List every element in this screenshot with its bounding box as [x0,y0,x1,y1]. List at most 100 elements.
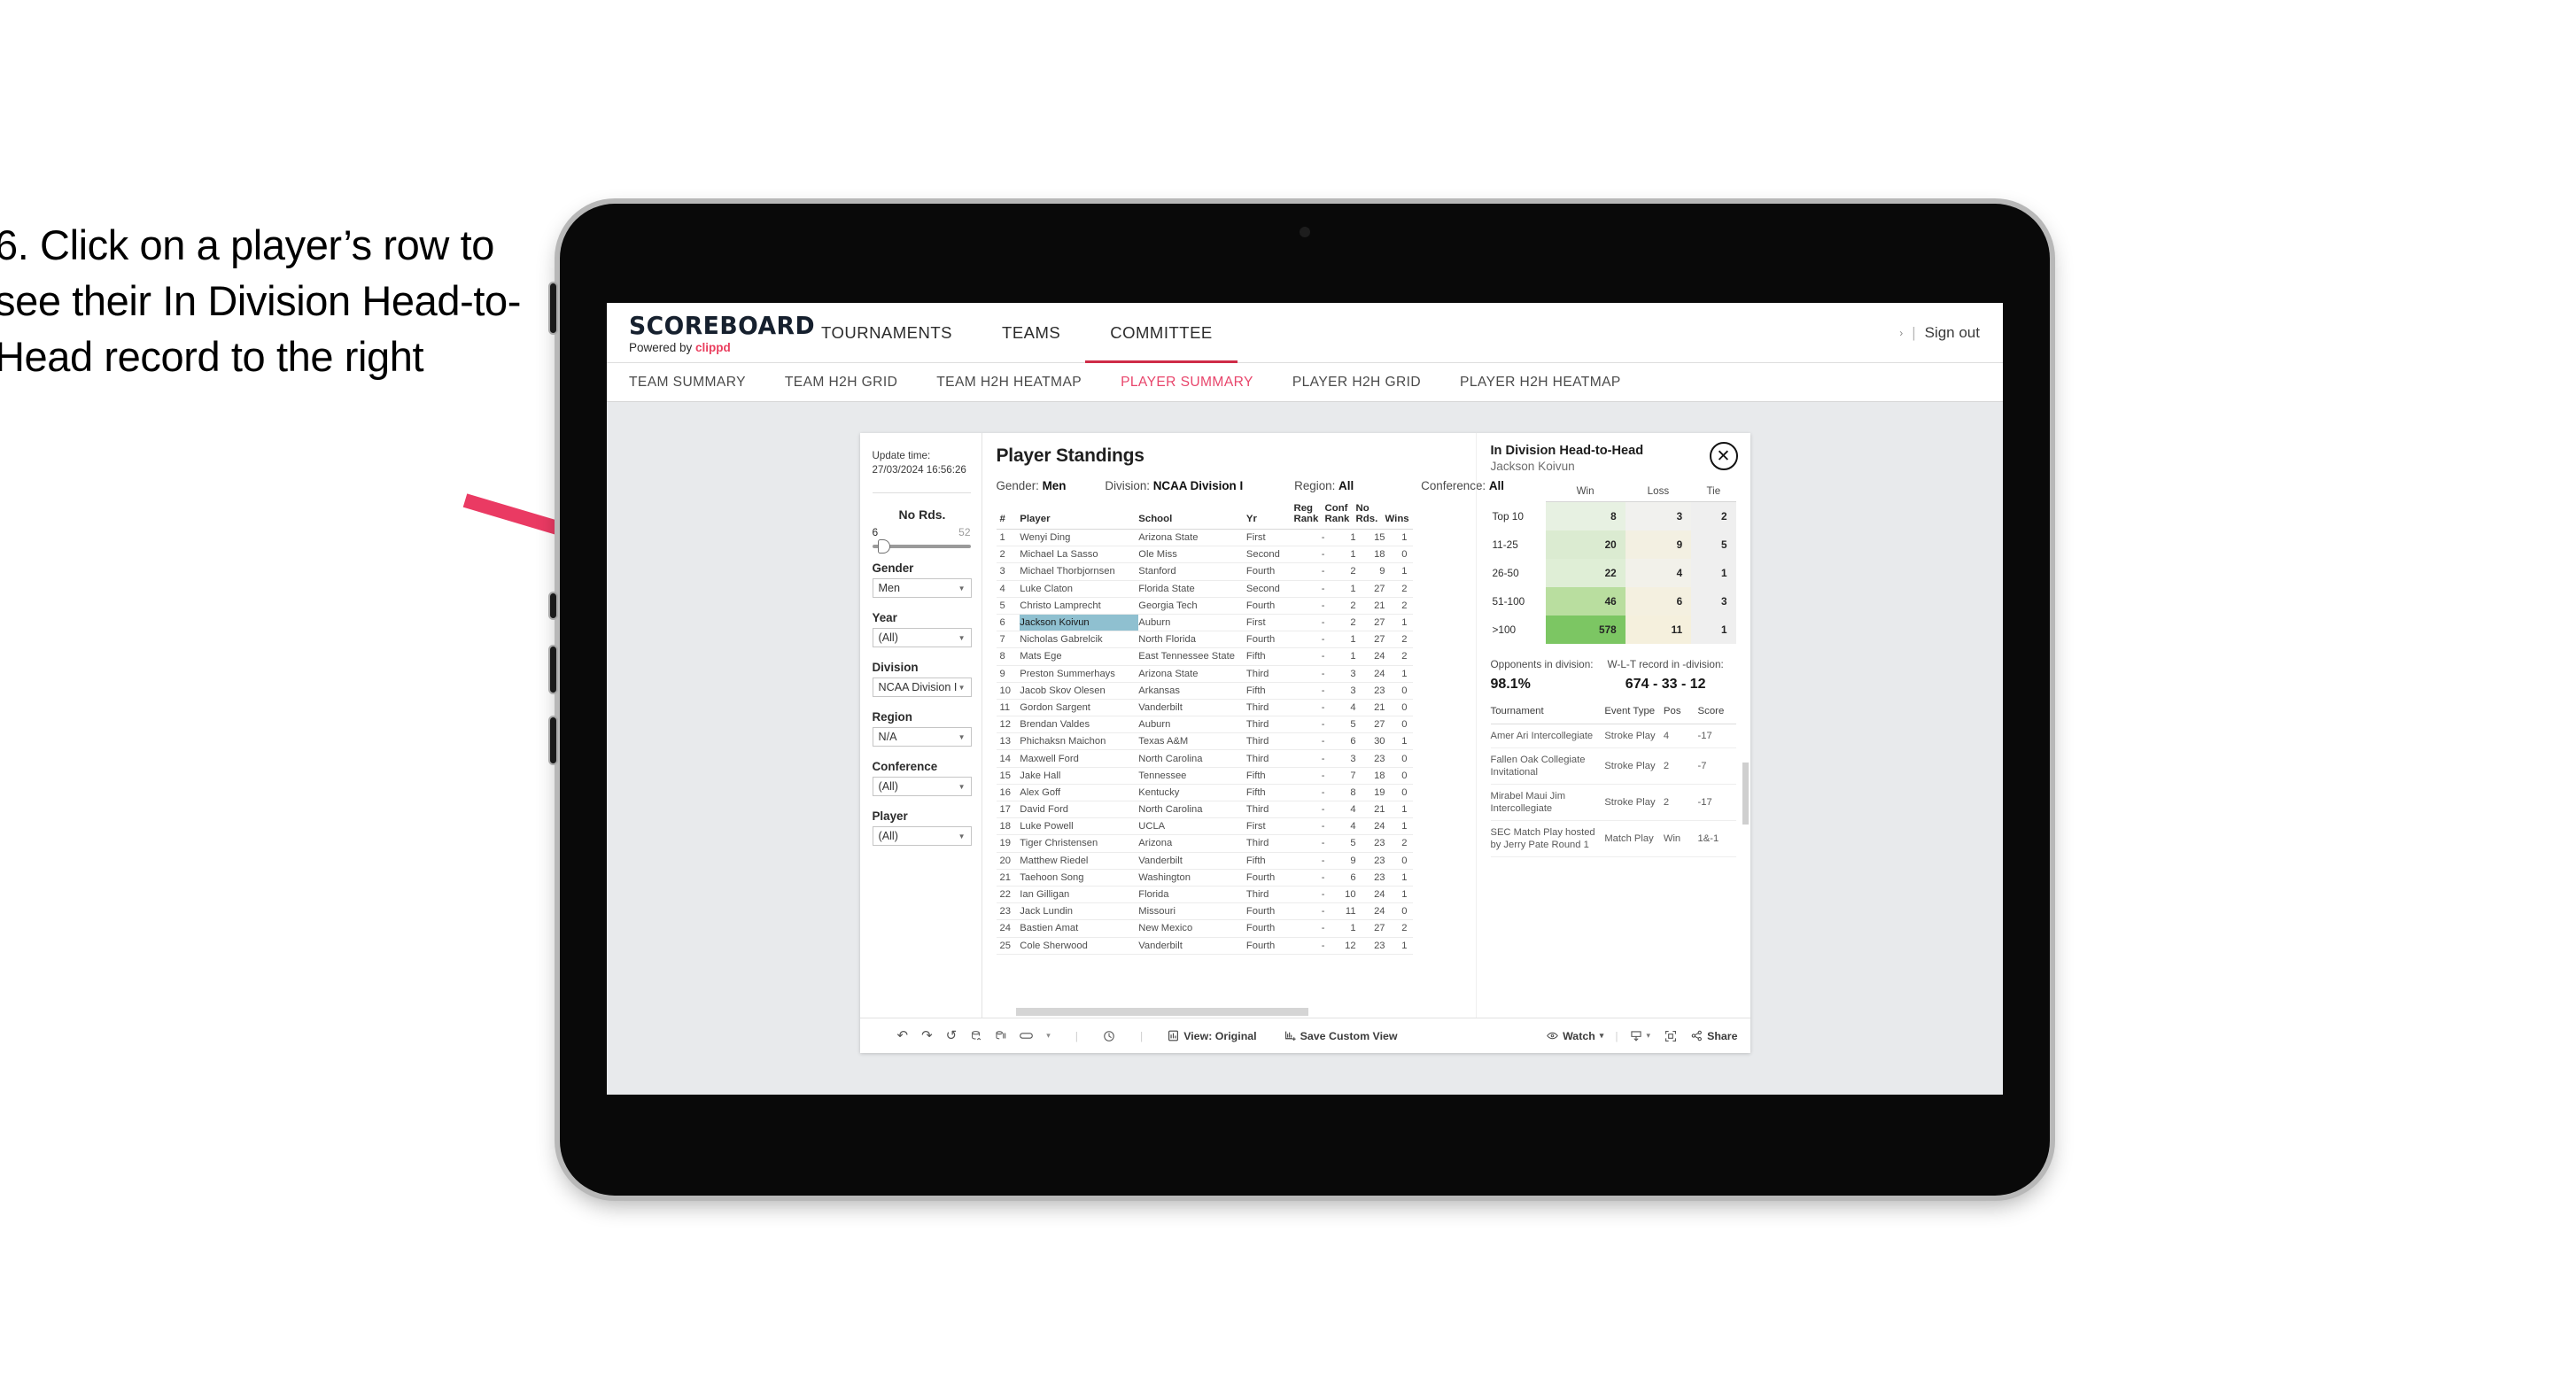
table-row[interactable]: 5 Christo Lamprecht Georgia Tech Fourth -2 21… [996,597,1413,615]
share-button[interactable]: Share [1691,1030,1738,1042]
table-row[interactable]: 6 Jackson Koivun Auburn First -2 27 1 [996,614,1413,632]
table-row[interactable]: 24 Bastien Amat New Mexico Fourth -1 27 2 [996,919,1413,938]
revert-icon[interactable]: ↺ [946,1029,958,1042]
table-row[interactable]: 23 Jack Lundin Missouri Fourth -11 24 0 [996,902,1413,921]
chevron-down-icon: ▼ [958,683,966,692]
highlight-icon[interactable] [1020,1031,1034,1041]
cell-tournament-name: Mirabel Maui Jim Intercollegiate [1490,784,1605,822]
cell-conf-rank: 1 [1324,631,1356,649]
close-icon[interactable]: ✕ [1709,442,1738,470]
cell-conf-rank: 3 [1324,749,1356,768]
cell-rank: 12 [996,716,1020,734]
filter-player-select[interactable]: (All) ▼ [872,826,972,847]
table-row[interactable]: 1 Wenyi Ding Arizona State First -1 15 1 [996,529,1413,547]
brand-logo[interactable]: SCOREBOARD Powered by clippd [607,303,815,362]
filter-conference-select[interactable]: (All) ▼ [872,777,972,797]
download-icon[interactable] [1630,1030,1642,1042]
cell-no-rds: 27 [1355,614,1385,632]
cell-rank: 25 [996,937,1020,955]
sign-out-link[interactable]: Sign out [1925,324,1980,342]
cell-yr: Third [1245,665,1294,683]
no-rounds-slider[interactable] [872,539,971,554]
tab-team-summary[interactable]: TEAM SUMMARY [629,375,765,391]
chevron-down-icon[interactable]: ▾ [1046,1032,1051,1040]
cell-rank: 2 [996,546,1020,564]
table-row[interactable]: 21 Taehoon Song Washington Fourth -6 23 1 [996,869,1413,887]
no-rounds-slider-handle[interactable] [877,539,890,554]
table-row[interactable]: 7 Nicholas Gabrelcik North Florida Fourth -1… [996,631,1413,649]
save-custom-view-button[interactable]: Save Custom View [1284,1030,1398,1042]
clock-history-icon[interactable] [1103,1030,1115,1042]
table-row[interactable]: 2 Michael La Sasso Ole Miss Second -1 18 0 [996,546,1413,564]
h2h-bucket-label: 51-100 [1490,587,1546,616]
chevron-down-icon[interactable]: ▾ [1647,1032,1651,1040]
pause-auto-update-icon[interactable] [995,1030,1006,1041]
table-row[interactable]: 22 Ian Gilligan Florida Third -10 24 1 [996,886,1413,904]
undo-icon[interactable]: ↶ [897,1029,909,1042]
cell-school: Florida State [1138,580,1246,598]
table-row[interactable]: 3 Michael Thorbjornsen Stanford Fourth -2 9 1 [996,562,1413,581]
table-row[interactable]: 13 Phichaksn Maichon Texas A&M Third -6 30 1 [996,732,1413,751]
table-row[interactable]: 9 Preston Summerhays Arizona State Third -3 2… [996,665,1413,683]
cell-rank: 17 [996,801,1020,819]
tablet-device-frame: SCOREBOARD Powered by clippd TOURNAMENTS… [550,204,2050,1196]
cell-no-rds: 24 [1355,902,1385,921]
tab-player-h2h-heatmap[interactable]: PLAYER H2H HEATMAP [1440,375,1641,391]
stat-opponents-value: 98.1% [1490,677,1531,692]
fullscreen-icon[interactable] [1664,1030,1677,1042]
cell-school: Arizona State [1138,529,1246,547]
cell-player: Nicholas Gabrelcik [1020,631,1139,649]
tab-player-summary[interactable]: PLAYER SUMMARY [1101,375,1273,391]
cell-wins: 2 [1385,631,1413,649]
table-row[interactable]: 25 Cole Sherwood Vanderbilt Fourth -12 23 1 [996,937,1413,955]
table-row[interactable]: 11 Gordon Sargent Vanderbilt Third -4 21 0 [996,699,1413,717]
view-original-label: View: Original [1183,1029,1257,1042]
table-row[interactable]: 17 David Ford North Carolina Third -4 21 1 [996,801,1413,819]
horizontal-scrollbar[interactable] [1015,1008,1308,1016]
filter-region-select[interactable]: N/A ▼ [872,727,972,747]
table-row[interactable]: 14 Maxwell Ford North Carolina Third -3 23 0 [996,749,1413,768]
chevron-down-icon: ▾ [1599,1031,1604,1040]
table-row[interactable]: 18 Luke Powell UCLA First -4 24 1 [996,817,1413,836]
refresh-data-icon[interactable] [970,1030,982,1041]
table-row[interactable]: 10 Jacob Skov Olesen Arkansas Fifth -3 23 0 [996,682,1413,700]
filter-region-value: N/A [878,731,897,744]
filter-region-label: Region [872,710,912,724]
cell-school: Georgia Tech [1138,597,1246,615]
cell-player: Preston Summerhays [1020,665,1139,683]
table-row[interactable]: 15 Jake Hall Tennessee Fifth -7 18 0 [996,767,1413,785]
table-row[interactable]: 12 Brendan Valdes Auburn Third -5 27 0 [996,716,1413,734]
nav-teams[interactable]: TEAMS [977,303,1085,363]
cell-rank: 13 [996,732,1020,751]
table-row[interactable]: 16 Alex Goff Kentucky Fifth -8 19 0 [996,784,1413,802]
table-row[interactable]: 4 Luke Claton Florida State Second -1 27 2 [996,580,1413,598]
vertical-scrollbar[interactable] [1742,763,1749,825]
cell-school: Stanford [1138,562,1246,581]
cell-wins: 2 [1385,580,1413,598]
nav-committee[interactable]: COMMITTEE [1085,303,1238,363]
filter-division-select[interactable]: NCAA Division I ▼ [872,678,972,698]
cell-player: Mats Ege [1020,647,1139,666]
table-row[interactable]: 19 Tiger Christensen Arizona Third -5 23 2 [996,834,1413,853]
cell-rank: 18 [996,817,1020,836]
tab-team-h2h-heatmap[interactable]: TEAM H2H HEATMAP [917,375,1101,391]
redo-icon[interactable]: ↷ [921,1029,933,1042]
chevron-right-icon[interactable]: › [1899,327,1903,339]
cell-reg-rank: - [1293,937,1325,955]
cell-reg-rank: - [1293,749,1325,768]
tab-team-h2h-grid[interactable]: TEAM H2H GRID [765,375,917,391]
filter-gender-select[interactable]: Men ▼ [872,578,972,599]
standings-context-bar: Gender: Men Division: NCAA Division I Re… [997,479,1504,492]
h2h-tie-cell: 1 [1691,559,1736,587]
tab-player-h2h-grid[interactable]: PLAYER H2H GRID [1273,375,1440,391]
cell-conf-rank: 1 [1324,546,1356,564]
view-original-button[interactable]: View: Original [1168,1029,1257,1042]
table-row[interactable]: 8 Mats Ege East Tennessee State Fifth -1 24 2 [996,647,1413,666]
watch-button[interactable]: Watch ▾ [1547,1030,1603,1042]
filter-year-select[interactable]: (All) ▼ [872,628,972,648]
h2h-win-cell: 8 [1545,501,1626,530]
table-row[interactable]: 20 Matthew Riedel Vanderbilt Fifth -9 23 0 [996,852,1413,870]
header-right-controls: › | Sign out [1899,303,2003,362]
toolbar-separator-1: | [1075,1029,1078,1042]
nav-tournaments[interactable]: TOURNAMENTS [796,303,977,363]
